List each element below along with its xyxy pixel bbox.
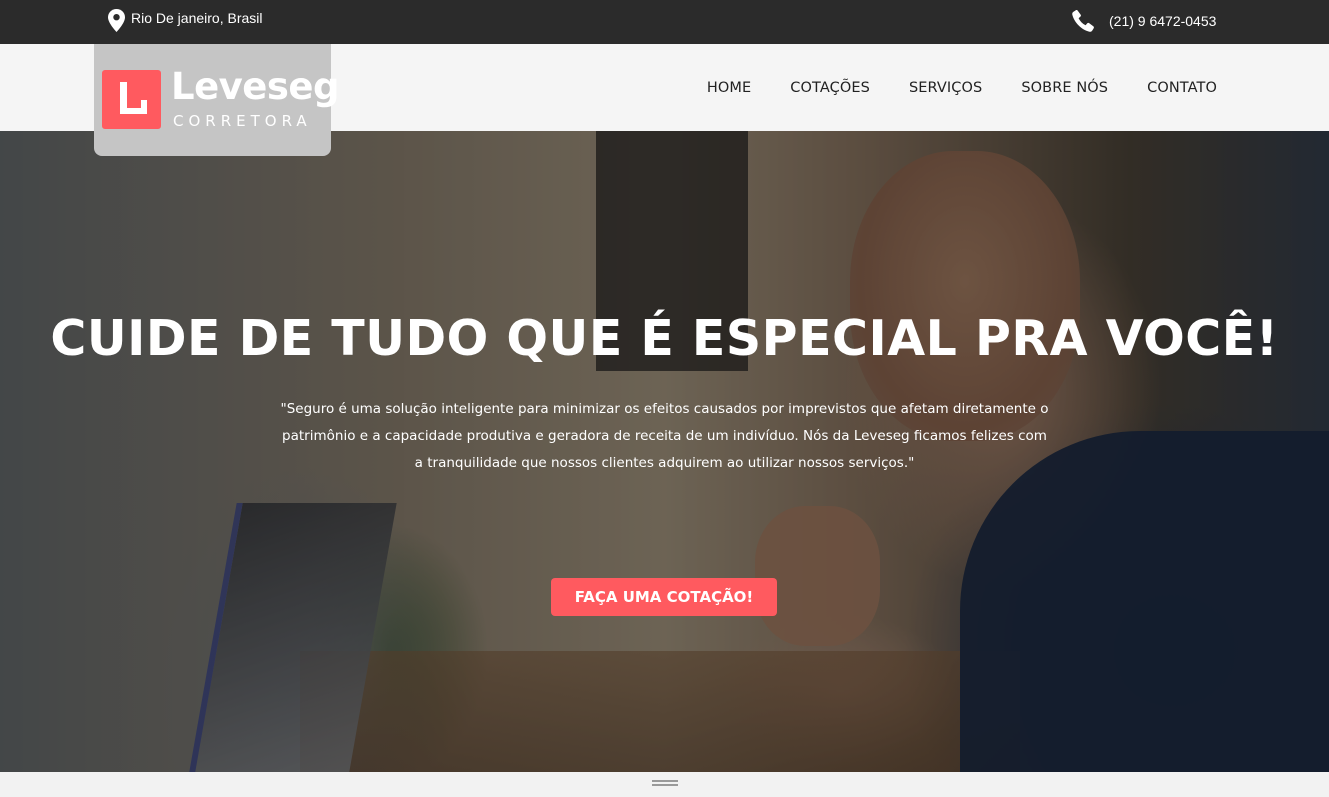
top-bar: Rio De janeiro, Brasil (21) 9 6472-0453 [0, 0, 1329, 44]
nav-servicos[interactable]: SERVIÇOS [909, 80, 982, 96]
main-nav: HOME COTAÇÕES SERVIÇOS SOBRE NÓS CONTATO [707, 44, 1217, 131]
location-info: Rio De janeiro, Brasil [108, 9, 263, 32]
nav-sobre-nos[interactable]: SOBRE NÓS [1021, 80, 1108, 96]
nav-contato[interactable]: CONTATO [1147, 80, 1217, 96]
phone-number[interactable]: (21) 9 6472-0453 [1109, 13, 1216, 29]
logo-subtitle: CORRETORA [173, 112, 312, 130]
logo-name: Leveseg [171, 65, 340, 108]
hero-section: CUIDE DE TUDO QUE É ESPECIAL PRA VOCÊ! "… [0, 131, 1329, 772]
bottom-strip [0, 772, 1329, 797]
site-logo[interactable]: Leveseg CORRETORA [94, 44, 340, 156]
hero-description: "Seguro é uma solução inteligente para m… [280, 401, 1049, 471]
phone-info[interactable]: (21) 9 6472-0453 [1071, 9, 1216, 33]
nav-cotacoes[interactable]: COTAÇÕES [790, 80, 870, 96]
nav-home[interactable]: HOME [707, 80, 751, 96]
quote-cta-button[interactable]: FAÇA UMA COTAÇÃO! [551, 578, 777, 616]
location-text: Rio De janeiro, Brasil [131, 9, 263, 26]
drag-handle-icon[interactable] [652, 780, 678, 787]
map-pin-icon [108, 9, 125, 32]
logo-mark-icon [102, 70, 161, 129]
hero-title: CUIDE DE TUDO QUE É ESPECIAL PRA VOCÊ! [50, 310, 1279, 367]
phone-icon [1071, 9, 1095, 33]
